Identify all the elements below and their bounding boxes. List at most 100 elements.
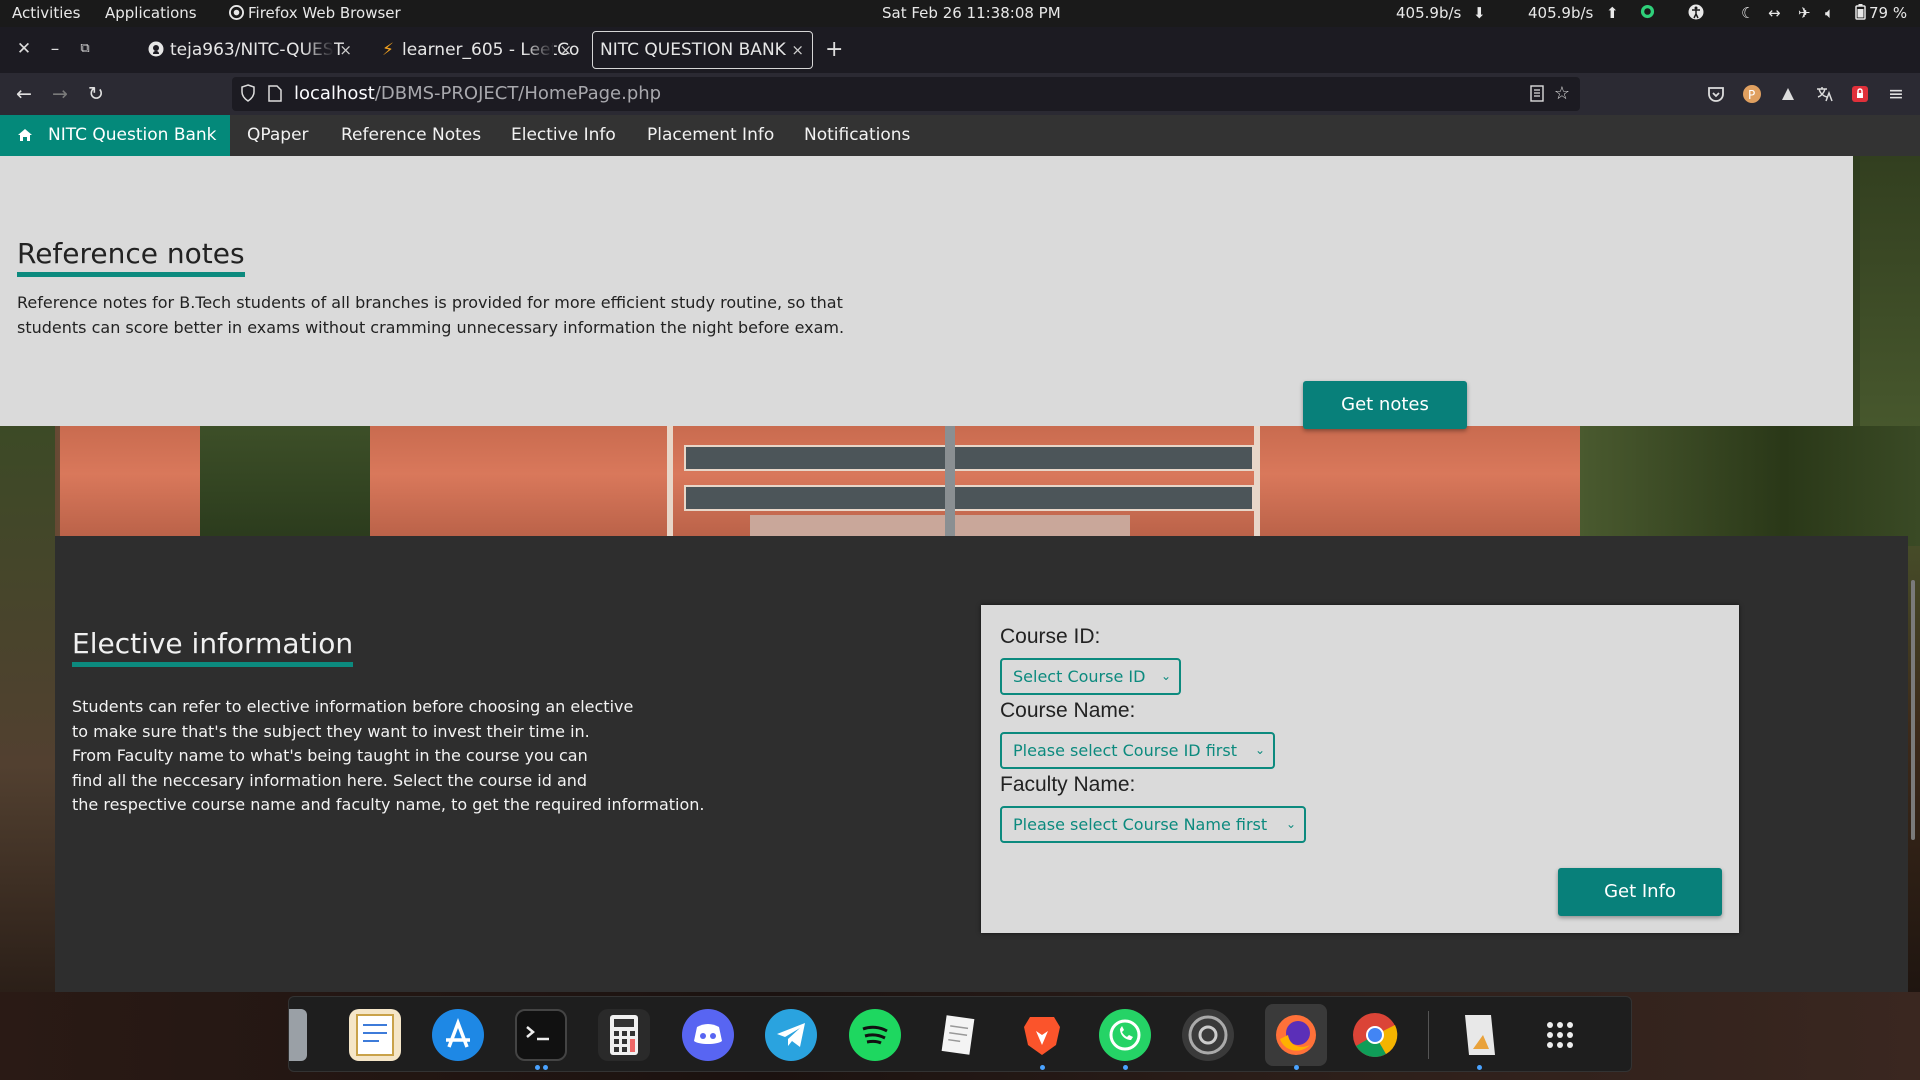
url-path: /DBMS-PROJECT/HomePage.php <box>374 83 662 104</box>
net-up-speed: 405.9b/s <box>1528 4 1594 22</box>
github-icon <box>148 31 164 69</box>
firefox-small-icon <box>229 5 244 20</box>
course-name-select[interactable]: Please select Course ID first ⌄ <box>1000 732 1275 769</box>
leetcode-icon: ⚡︎ <box>382 40 394 60</box>
download-arrow-icon: ⬇ <box>1473 4 1486 22</box>
get-info-button[interactable]: Get Info <box>1558 868 1722 916</box>
brand-label: NITC Question Bank <box>48 125 217 145</box>
terminal-icon[interactable] <box>515 1009 567 1061</box>
elective-line: to make sure that's the subject they wan… <box>72 721 590 741</box>
faculty-name-select[interactable]: Please select Course Name first ⌄ <box>1000 806 1306 843</box>
back-arrow-icon[interactable]: ← <box>12 82 36 106</box>
nav-qpaper[interactable]: QPaper <box>247 115 309 156</box>
tab-github[interactable]: teja963/NITC-QUEST × <box>140 31 360 69</box>
hamburger-menu-icon[interactable]: ≡ <box>1884 82 1908 106</box>
new-tab-button[interactable]: + <box>825 36 843 64</box>
home-icon <box>18 129 32 141</box>
night-mode-icon[interactable]: ☾ <box>1741 4 1754 22</box>
url-bar[interactable]: localhost/DBMS-PROJECT/HomePage.php ☆ <box>232 77 1580 111</box>
web-page: NITC Question Bank QPaper Reference Note… <box>0 115 1920 992</box>
tab-close-icon[interactable]: × <box>339 31 352 69</box>
nav-elective-info[interactable]: Elective Info <box>511 115 616 156</box>
background-trees-left <box>0 425 55 992</box>
whatsapp-tray-icon[interactable] <box>1640 4 1655 23</box>
reference-notes-description: Reference notes for B.Tech students of a… <box>17 290 897 340</box>
accessibility-icon[interactable] <box>1688 4 1704 24</box>
url-text[interactable]: localhost/DBMS-PROJECT/HomePage.php <box>294 83 661 104</box>
extension-translate-icon[interactable] <box>1814 84 1834 104</box>
telegram-icon[interactable] <box>765 1009 817 1061</box>
course-id-select[interactable]: Select Course ID ⌄ <box>1000 658 1181 695</box>
tab-close-icon[interactable]: × <box>791 32 804 68</box>
app-grid-icon[interactable] <box>1534 1009 1586 1061</box>
reference-notes-line: Reference notes for B.Tech students of a… <box>17 293 843 312</box>
network-icon[interactable]: ↔ <box>1768 4 1781 22</box>
files-icon[interactable] <box>289 1009 307 1061</box>
discord-icon[interactable] <box>682 1009 734 1061</box>
url-host: localhost <box>294 83 375 104</box>
reader-view-icon[interactable] <box>1530 85 1544 102</box>
elective-line: the respective course name and faculty n… <box>72 795 705 814</box>
nav-notifications[interactable]: Notifications <box>804 115 910 156</box>
page-scrollbar[interactable] <box>1911 580 1915 840</box>
applications-menu[interactable]: Applications <box>105 4 197 22</box>
dock <box>288 996 1632 1072</box>
window-minimize-icon[interactable]: – <box>43 37 67 61</box>
elective-info-description: Students can refer to elective informati… <box>72 695 772 818</box>
extension-dark-icon[interactable] <box>1778 84 1798 104</box>
tab-title: NITC QUESTION BANK <box>600 40 786 60</box>
calculator-icon[interactable] <box>598 1009 650 1061</box>
course-id-select-value: Select Course ID <box>1013 667 1146 686</box>
focused-app-indicator[interactable]: Firefox Web Browser <box>229 4 401 22</box>
net-down-speed: 405.9b/s <box>1396 4 1462 22</box>
tab-nitc-question-bank[interactable]: NITC QUESTION BANK × <box>592 31 813 69</box>
chrome-icon[interactable] <box>1349 1009 1401 1061</box>
battery-icon <box>1855 4 1866 20</box>
text-editor-icon[interactable] <box>349 1009 401 1061</box>
firefox-dock-highlight[interactable] <box>1265 1004 1327 1066</box>
volume-icon[interactable]: 🔈︎ <box>1825 4 1834 22</box>
app-store-icon[interactable] <box>432 1009 484 1061</box>
site-navbar: NITC Question Bank QPaper Reference Note… <box>0 115 1920 156</box>
system-top-bar: Activities Applications Firefox Web Brow… <box>0 0 1920 27</box>
nav-placement-info[interactable]: Placement Info <box>647 115 774 156</box>
course-name-label: Course Name: <box>1000 699 1136 722</box>
window-restore-icon[interactable]: ⧉ <box>73 37 97 61</box>
battery-indicator[interactable]: 79 % <box>1855 4 1907 22</box>
battery-percent: 79 % <box>1869 4 1908 22</box>
reference-notes-heading: Reference notes <box>17 237 245 277</box>
brand-link[interactable]: NITC Question Bank <box>0 115 230 156</box>
page-info-icon[interactable] <box>268 85 282 102</box>
extension-p-icon[interactable]: P <box>1742 84 1762 104</box>
image-editor-icon[interactable] <box>1453 1009 1505 1061</box>
elective-info-heading: Elective information <box>72 627 354 667</box>
navigation-toolbar: ← → ↻ localhost/DBMS-PROJECT/HomePage.ph… <box>0 73 1920 115</box>
pocket-icon[interactable] <box>1706 84 1726 104</box>
chevron-down-icon: ⌄ <box>1254 743 1265 757</box>
airplane-mode-icon[interactable]: ✈ <box>1798 4 1811 22</box>
tab-leetcode[interactable]: ⚡︎ learner_605 - LeetCo × <box>372 31 580 69</box>
tab-close-icon[interactable]: × <box>559 31 572 69</box>
extension-lock-icon[interactable] <box>1850 84 1870 104</box>
brave-icon[interactable] <box>1016 1009 1068 1061</box>
shield-icon[interactable] <box>240 84 256 102</box>
reference-notes-section: Reference notes Reference notes for B.Te… <box>0 156 1853 429</box>
reload-icon[interactable]: ↻ <box>84 82 108 106</box>
settings-icon[interactable] <box>1182 1009 1234 1061</box>
whatsapp-icon[interactable] <box>1099 1009 1151 1061</box>
elective-form: Course ID: Select Course ID ⌄ Course Nam… <box>981 605 1739 933</box>
chevron-down-icon: ⌄ <box>1160 669 1171 683</box>
window-close-icon[interactable]: ✕ <box>12 37 36 61</box>
spotify-icon[interactable] <box>849 1009 901 1061</box>
activities-button[interactable]: Activities <box>12 4 80 22</box>
clock[interactable]: Sat Feb 26 11:38:08 PM <box>882 4 1061 22</box>
reference-notes-line: students can score better in exams witho… <box>17 318 845 337</box>
bookmark-star-icon[interactable]: ☆ <box>1554 83 1570 104</box>
notes-icon[interactable] <box>932 1009 984 1061</box>
get-notes-button[interactable]: Get notes <box>1303 381 1467 429</box>
chevron-down-icon: ⌄ <box>1285 817 1296 831</box>
nav-reference-notes[interactable]: Reference Notes <box>341 115 481 156</box>
elective-line: From Faculty name to what's being taught… <box>72 746 588 765</box>
forward-arrow-icon[interactable]: → <box>48 82 72 106</box>
svg-text:P: P <box>1748 88 1755 102</box>
